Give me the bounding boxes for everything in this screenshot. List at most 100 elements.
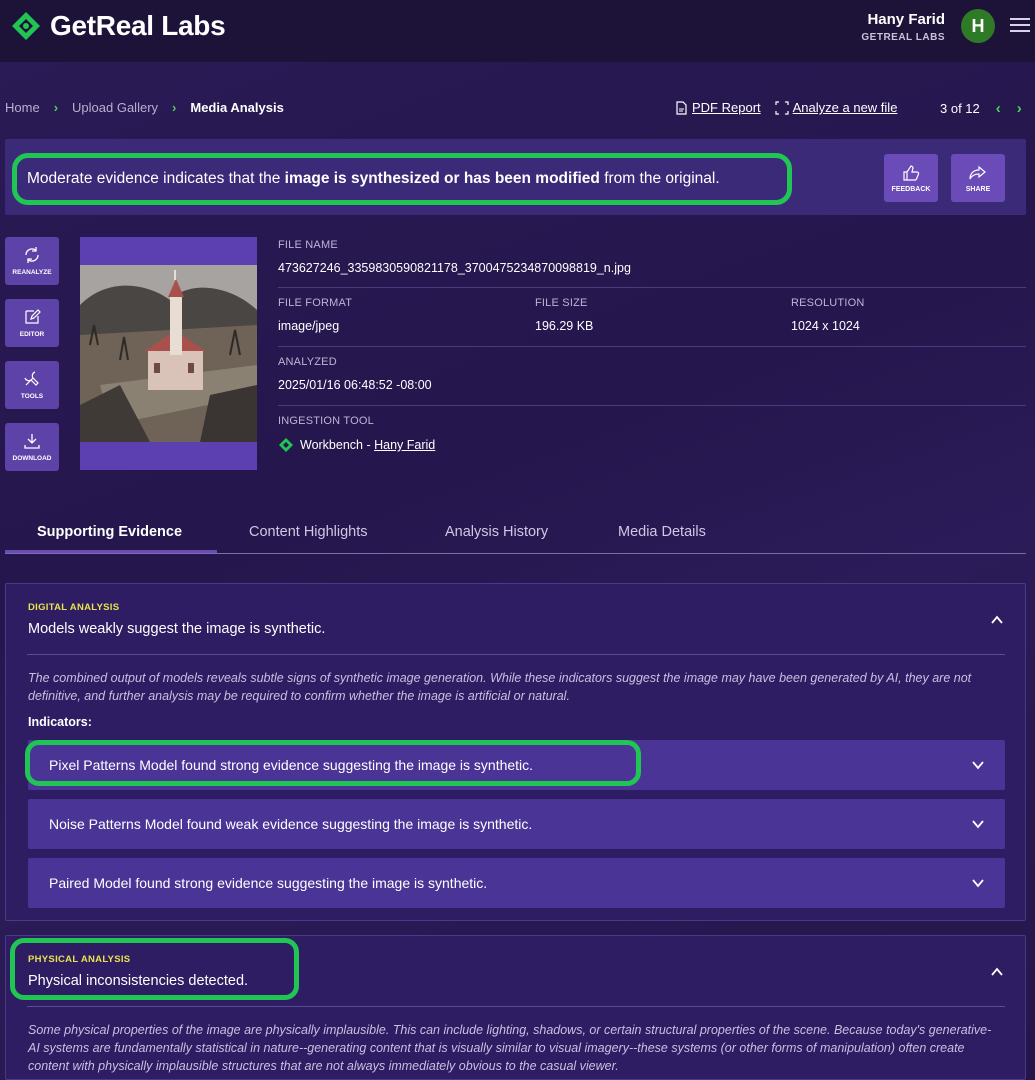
indicator-pixel-patterns[interactable]: Pixel Patterns Model found strong eviden… <box>28 740 1005 790</box>
ingestion-tool-value: Workbench - Hany Farid <box>278 437 435 453</box>
media-thumbnail[interactable] <box>80 237 257 470</box>
brand-name: GetReal Labs <box>50 10 226 41</box>
tools-label: TOOLS <box>20 393 44 400</box>
share-label: SHARE <box>965 185 991 193</box>
divider <box>278 346 1026 347</box>
breadcrumb-upload-gallery[interactable]: Upload Gallery <box>72 100 158 115</box>
file-size-block: FILE SIZE 196.29 KB <box>535 297 593 333</box>
digital-analysis-description: The combined output of models reveals su… <box>28 671 972 703</box>
divider <box>278 405 1026 406</box>
analyze-new-label: Analyze a new file <box>792 100 898 115</box>
report-toolbar: PDF Report Analyze a new file <box>674 100 897 115</box>
chevron-up-icon[interactable] <box>990 965 1004 979</box>
physical-analysis-panel: PHYSICAL ANALYSIS Physical inconsistenci… <box>5 935 1026 1080</box>
tab-content-highlights[interactable]: Content Highlights <box>249 524 368 540</box>
digital-analysis-panel: DIGITAL ANALYSIS Models weakly suggest t… <box>5 583 1026 921</box>
workbench-icon <box>279 438 293 452</box>
indicator-text: Pixel Patterns Model found strong eviden… <box>49 757 534 773</box>
divider <box>278 287 1026 288</box>
analyzed-label: ANALYZED <box>278 356 337 368</box>
verdict-text-bold: image is synthesized or has been modifie… <box>284 170 600 187</box>
pager: 3 of 12 ‹ › <box>940 100 1022 117</box>
user-info[interactable]: Hany Farid GETREAL LABS <box>861 11 945 43</box>
chevron-up-icon[interactable] <box>990 613 1004 627</box>
tools-icon <box>24 371 39 386</box>
pdf-document-icon <box>676 100 687 115</box>
share-arrow-icon <box>969 165 986 179</box>
physical-analysis-title: Physical inconsistencies detected. <box>28 973 249 989</box>
physical-analysis-description: Some physical properties of the image ar… <box>28 1023 992 1073</box>
verdict-text: Moderate evidence indicates that the ima… <box>12 153 792 205</box>
file-name-block: FILE NAME 473627246_3359830590821178_370… <box>278 239 631 275</box>
ingestion-tool-label: INGESTION TOOL <box>278 415 374 427</box>
brand-logo[interactable]: GetReal Labs <box>10 10 226 42</box>
reanalyze-button[interactable]: REANALYZE <box>5 237 59 285</box>
file-format-value: image/jpeg <box>278 319 340 333</box>
chevron-right-icon: › <box>53 100 59 115</box>
chevron-down-icon <box>972 820 984 829</box>
top-bar: GetReal Labs Hany Farid GETREAL LABS H <box>0 0 1035 62</box>
feedback-label: FEEDBACK <box>891 185 931 193</box>
active-tab-indicator <box>5 550 217 553</box>
verdict-text-before: Moderate evidence indicates that the <box>27 170 285 187</box>
physical-analysis-caption: PHYSICAL ANALYSIS <box>28 954 131 965</box>
indicator-text: Paired Model found strong evidence sugge… <box>49 875 488 891</box>
analyze-new-link[interactable]: Analyze a new file <box>775 100 898 115</box>
tab-analysis-history[interactable]: Analysis History <box>445 524 548 540</box>
refresh-icon <box>25 247 39 263</box>
avatar[interactable]: H <box>961 9 995 43</box>
chevron-right-icon: › <box>172 100 177 115</box>
indicator-noise-patterns[interactable]: Noise Patterns Model found weak evidence… <box>28 799 1005 849</box>
user-org: GETREAL LABS <box>861 32 945 43</box>
resolution-block: RESOLUTION 1024 x 1024 <box>791 297 865 333</box>
user-name: Hany Farid <box>867 11 945 28</box>
ingestion-tool-block: INGESTION TOOL Workbench - Hany Farid <box>278 415 435 453</box>
chevron-down-icon <box>972 761 984 770</box>
file-format-block: FILE FORMAT image/jpeg <box>278 297 352 333</box>
file-name-value: 473627246_3359830590821178_3700475234870… <box>278 261 631 275</box>
digital-analysis-caption: DIGITAL ANALYSIS <box>28 602 120 613</box>
file-size-value: 196.29 KB <box>535 319 594 333</box>
breadcrumb-home[interactable]: Home <box>5 100 40 115</box>
divider <box>27 654 1005 655</box>
resolution-label: RESOLUTION <box>791 297 865 309</box>
analyzed-value: 2025/01/16 06:48:52 -08:00 <box>278 378 432 392</box>
tab-bar: Supporting Evidence Content Highlights A… <box>5 512 1026 554</box>
indicator-paired-model[interactable]: Paired Model found strong evidence sugge… <box>28 858 1005 908</box>
ingestion-tool-name: Workbench - <box>300 438 375 452</box>
thumbs-up-icon <box>903 164 920 181</box>
analyzed-block: ANALYZED 2025/01/16 06:48:52 -08:00 <box>278 356 432 392</box>
getreal-logo-icon <box>12 12 40 40</box>
breadcrumb: Home › Upload Gallery › Media Analysis <box>5 100 284 115</box>
file-format-label: FILE FORMAT <box>278 297 353 309</box>
share-button[interactable]: SHARE <box>951 154 1005 202</box>
feedback-button[interactable]: FEEDBACK <box>884 154 938 202</box>
download-label: DOWNLOAD <box>12 455 52 462</box>
tools-button[interactable]: TOOLS <box>5 361 59 409</box>
church-photo-image <box>80 265 257 442</box>
verdict-text-after: from the original. <box>599 170 720 187</box>
download-icon <box>24 434 40 449</box>
reanalyze-label: REANALYZE <box>12 269 52 276</box>
divider <box>27 1006 1005 1007</box>
chevron-down-icon <box>972 879 984 888</box>
ingestion-tool-user-link[interactable]: Hany Farid <box>374 438 435 452</box>
edit-pencil-icon <box>25 309 41 324</box>
editor-label: EDITOR <box>19 331 45 338</box>
download-button[interactable]: DOWNLOAD <box>5 423 59 471</box>
file-name-label: FILE NAME <box>278 239 338 251</box>
file-size-label: FILE SIZE <box>535 297 588 309</box>
breadcrumb-media-analysis: Media Analysis <box>190 100 284 115</box>
tab-supporting-evidence[interactable]: Supporting Evidence <box>37 524 182 540</box>
prev-arrow-icon[interactable]: ‹ <box>996 100 1001 117</box>
hamburger-menu-icon[interactable] <box>1010 18 1030 34</box>
indicator-text: Noise Patterns Model found weak evidence… <box>49 816 533 832</box>
tab-media-details[interactable]: Media Details <box>618 524 706 540</box>
editor-button[interactable]: EDITOR <box>5 299 59 347</box>
indicators-label: Indicators: <box>28 715 92 729</box>
digital-analysis-title: Models weakly suggest the image is synth… <box>28 621 326 637</box>
pdf-report-link[interactable]: PDF Report <box>674 100 761 115</box>
pdf-report-label: PDF Report <box>692 100 761 115</box>
next-arrow-icon[interactable]: › <box>1017 100 1022 117</box>
pager-count: 3 of 12 <box>940 101 980 116</box>
